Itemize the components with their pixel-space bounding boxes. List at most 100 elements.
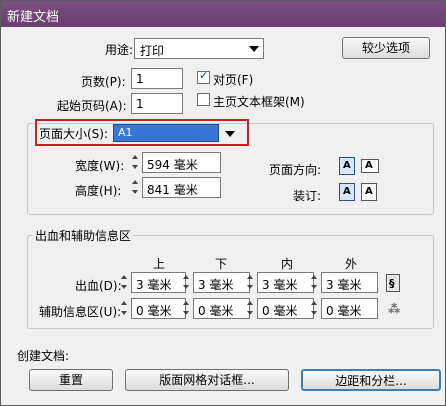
stepper-up-icon[interactable] — [183, 275, 189, 279]
width-stepper[interactable] — [131, 152, 140, 173]
width-label: 宽度(W): — [75, 159, 125, 173]
column-inside: 内 — [281, 257, 294, 271]
slug-outside-input[interactable]: 0 毫米 — [321, 298, 378, 319]
stepper-up-icon[interactable] — [132, 180, 138, 184]
chain-link-icon[interactable]: § — [386, 274, 400, 292]
dialog-title: 新建文档 — [7, 10, 60, 25]
title-bar: 新建文档 — [1, 1, 445, 27]
pages-label: 页数(P): — [81, 75, 126, 89]
height-value: 841 毫米 — [147, 183, 198, 197]
chevron-down-icon — [249, 46, 259, 52]
create-document-label: 创建文档: — [17, 349, 70, 363]
stepper-down-icon[interactable] — [183, 311, 189, 315]
slug-bottom-spinner[interactable]: 0 毫米 — [182, 298, 250, 319]
stepper-down-icon[interactable] — [121, 285, 127, 289]
purpose-select[interactable]: 打印 — [134, 38, 264, 59]
page-size-select[interactable]: A1 — [113, 124, 219, 142]
binding-label: 装订: — [293, 189, 322, 203]
slug-bottom-input[interactable]: 0 毫米 — [193, 298, 250, 319]
slug-outside-spinner[interactable]: 0 毫米 — [310, 298, 378, 319]
reset-button[interactable]: 重置 — [29, 369, 113, 391]
stepper-up-icon[interactable] — [121, 301, 127, 305]
stepper-up-icon[interactable] — [311, 275, 317, 279]
stepper-up-icon[interactable] — [121, 275, 127, 279]
height-input[interactable]: 841 毫米 — [142, 177, 221, 198]
chevron-down-icon[interactable] — [225, 131, 235, 137]
stepper-down-icon[interactable] — [247, 285, 253, 289]
bleed-label: 出血(D): — [75, 279, 122, 293]
landscape-icon[interactable]: A — [361, 159, 379, 173]
width-input[interactable]: 594 毫米 — [142, 152, 221, 173]
slug-outside-stepper[interactable] — [310, 298, 319, 319]
start-page-label: 起始页码(A): — [57, 99, 127, 113]
stepper-up-icon[interactable] — [247, 275, 253, 279]
stepper-down-icon[interactable] — [121, 311, 127, 315]
bleed-outside-spinner[interactable]: 3 毫米 — [310, 272, 378, 293]
slug-top-spinner[interactable]: 0 毫米 — [120, 298, 186, 319]
slug-top-input[interactable]: 0 毫米 — [131, 298, 186, 319]
slug-inside-stepper[interactable] — [246, 298, 255, 319]
page-size-value: A1 — [118, 126, 133, 139]
stepper-down-icon[interactable] — [183, 285, 189, 289]
bleed-inside-input[interactable]: 3 毫米 — [257, 272, 314, 293]
stepper-up-icon[interactable] — [311, 301, 317, 305]
stepper-up-icon[interactable] — [132, 155, 138, 159]
bleed-top-value: 3 毫米 — [136, 278, 172, 292]
stepper-up-icon[interactable] — [183, 301, 189, 305]
bleed-top-spinner[interactable]: 3 毫米 — [120, 272, 186, 293]
height-stepper[interactable] — [131, 177, 140, 198]
layout-grid-dialog-button[interactable]: 版面网格对话框... — [125, 369, 289, 391]
slug-top-value: 0 毫米 — [136, 304, 172, 318]
slug-bottom-value: 0 毫米 — [198, 304, 234, 318]
left-binding-icon[interactable]: A — [339, 183, 355, 201]
stepper-down-icon[interactable] — [247, 311, 253, 315]
bleed-section-title: 出血和辅助信息区 — [33, 227, 134, 244]
broken-chain-icon[interactable]: ⁂ — [386, 300, 400, 318]
bleed-inside-spinner[interactable]: 3 毫米 — [246, 272, 314, 293]
start-page-input[interactable]: 1 — [131, 93, 183, 114]
bleed-bottom-input[interactable]: 3 毫米 — [193, 272, 250, 293]
right-binding-icon[interactable]: A — [361, 183, 377, 201]
portrait-icon[interactable]: A — [339, 157, 355, 175]
height-spinner[interactable]: 841 毫米 — [131, 177, 221, 198]
stepper-down-icon[interactable] — [132, 165, 138, 169]
bleed-bottom-stepper[interactable] — [182, 272, 191, 293]
margins-columns-button[interactable]: 边距和分栏... — [301, 369, 441, 391]
column-outside: 外 — [345, 257, 358, 271]
bleed-outside-input[interactable]: 3 毫米 — [321, 272, 378, 293]
bleed-bottom-spinner[interactable]: 3 毫米 — [182, 272, 250, 293]
pages-field[interactable]: 1 — [131, 68, 183, 89]
new-document-dialog: 新建文档 用途: 打印 较少选项 页数(P): 1 对页(F) 起始页码(A):… — [0, 0, 446, 406]
column-bottom: 下 — [215, 257, 228, 271]
stepper-down-icon[interactable] — [311, 285, 317, 289]
bleed-inside-stepper[interactable] — [246, 272, 255, 293]
width-spinner[interactable]: 594 毫米 — [131, 152, 221, 173]
start-page-field[interactable]: 1 — [131, 93, 183, 114]
master-text-frame-checkbox[interactable] — [197, 93, 210, 106]
slug-inside-input[interactable]: 0 毫米 — [257, 298, 314, 319]
height-label: 高度(H): — [75, 184, 122, 198]
start-page-value: 1 — [136, 97, 144, 111]
slug-top-stepper[interactable] — [120, 298, 129, 319]
stepper-up-icon[interactable] — [247, 301, 253, 305]
master-text-frame-label: 主页文本框架(M) — [213, 95, 305, 109]
bleed-outside-value: 3 毫米 — [326, 278, 362, 292]
bleed-bottom-value: 3 毫米 — [198, 278, 234, 292]
width-value: 594 毫米 — [147, 158, 198, 172]
slug-outside-value: 0 毫米 — [326, 304, 362, 318]
page-size-label: 页面大小(S): — [39, 125, 109, 142]
slug-bottom-stepper[interactable] — [182, 298, 191, 319]
purpose-value: 打印 — [140, 44, 165, 58]
facing-pages-checkbox[interactable] — [197, 69, 210, 84]
pages-input[interactable]: 1 — [131, 68, 183, 89]
stepper-down-icon[interactable] — [132, 190, 138, 194]
stepper-down-icon[interactable] — [311, 311, 317, 315]
bleed-top-input[interactable]: 3 毫米 — [131, 272, 186, 293]
bleed-outside-stepper[interactable] — [310, 272, 319, 293]
bleed-top-stepper[interactable] — [120, 272, 129, 293]
orientation-label: 页面方向: — [269, 163, 322, 177]
fewer-options-button[interactable]: 较少选项 — [342, 37, 430, 59]
slug-inside-spinner[interactable]: 0 毫米 — [246, 298, 314, 319]
purpose-label: 用途: — [105, 43, 134, 57]
pages-value: 1 — [136, 72, 144, 86]
